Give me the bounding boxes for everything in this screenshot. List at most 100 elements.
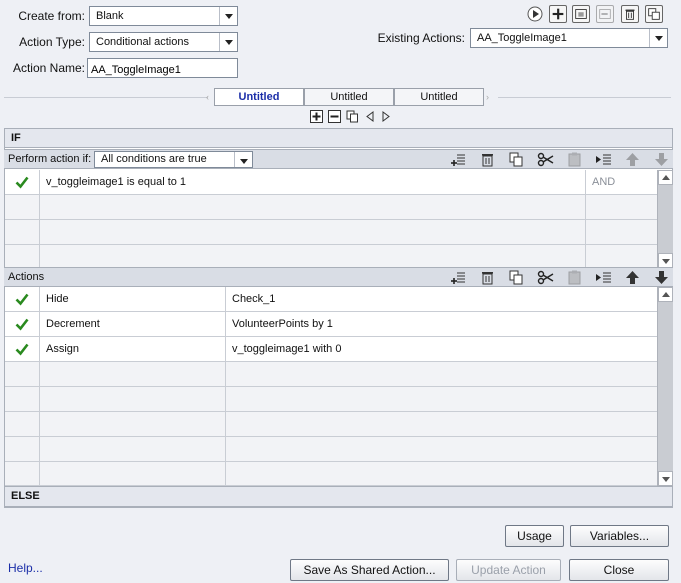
empty-cell	[226, 412, 658, 437]
tab-prev-icon[interactable]	[364, 110, 376, 123]
tab-untitled-2[interactable]: Untitled	[304, 88, 394, 106]
move-up-condition-icon[interactable]	[624, 151, 641, 168]
help-link[interactable]: Help...	[8, 561, 43, 575]
empty-cell	[5, 462, 40, 487]
if-section-header: IF	[4, 128, 673, 148]
play-icon[interactable]	[527, 6, 543, 22]
empty-cell	[40, 462, 226, 487]
action-target[interactable]: v_toggleimage1 with 0	[226, 337, 658, 362]
condition-row-empty[interactable]	[5, 245, 658, 270]
action-type-value: Conditional actions	[96, 36, 189, 48]
scroll-down-icon[interactable]	[658, 253, 673, 268]
close-button[interactable]: Close	[569, 559, 669, 581]
action-name[interactable]: Decrement	[40, 312, 226, 337]
trash-icon[interactable]	[621, 5, 639, 23]
tab-next-icon[interactable]	[380, 110, 392, 123]
create-from-label: Create from:	[18, 9, 85, 23]
export-icon[interactable]	[596, 5, 614, 23]
empty-cell	[40, 412, 226, 437]
action-row[interactable]: Hide Check_1	[5, 287, 658, 312]
save-as-shared-action-button[interactable]: Save As Shared Action...	[290, 559, 449, 581]
chevron-down-icon[interactable]	[649, 29, 667, 47]
actions-scrollbar[interactable]	[657, 287, 673, 486]
condition-operator[interactable]: AND	[586, 170, 658, 195]
condition-row-empty[interactable]	[5, 195, 658, 220]
existing-actions-dropdown[interactable]: AA_ToggleImage1	[470, 28, 668, 48]
tab-untitled-1[interactable]: Untitled	[214, 88, 304, 106]
else-section-header[interactable]: ELSE	[4, 486, 673, 507]
duplicate-icon[interactable]	[645, 5, 663, 23]
condition-row-empty[interactable]	[5, 220, 658, 245]
move-down-action-icon[interactable]	[653, 269, 670, 286]
action-type-dropdown[interactable]: Conditional actions	[89, 32, 238, 52]
create-from-dropdown[interactable]: Blank	[89, 6, 238, 26]
action-name-label: Action Name:	[12, 61, 85, 75]
action-row-empty[interactable]	[5, 412, 658, 437]
copy-action-icon[interactable]	[508, 269, 525, 286]
action-target[interactable]: VolunteerPoints by 1	[226, 312, 658, 337]
empty-cell	[5, 437, 40, 462]
action-check-cell	[5, 312, 40, 337]
chevron-down-icon[interactable]	[219, 33, 237, 51]
add-action-icon[interactable]	[450, 269, 467, 286]
paste-condition-icon[interactable]	[566, 151, 583, 168]
conditions-grid: v_toggleimage1 is equal to 1 AND	[4, 170, 658, 270]
action-row-empty[interactable]	[5, 437, 658, 462]
empty-cell	[226, 362, 658, 387]
actions-grid: Hide Check_1 Decrement VolunteerPoints b…	[4, 287, 658, 487]
action-type-label: Action Type:	[19, 35, 85, 49]
empty-cell	[5, 195, 40, 220]
empty-cell	[40, 195, 586, 220]
action-name[interactable]: Assign	[40, 337, 226, 362]
insert-action-icon[interactable]	[595, 269, 612, 286]
action-row-empty[interactable]	[5, 462, 658, 487]
scroll-down-icon[interactable]	[658, 471, 673, 486]
move-up-action-icon[interactable]	[624, 269, 641, 286]
action-check-cell	[5, 337, 40, 362]
usage-button[interactable]: Usage	[505, 525, 564, 547]
copy-condition-icon[interactable]	[508, 151, 525, 168]
variables-button[interactable]: Variables...	[570, 525, 669, 547]
condition-row[interactable]: v_toggleimage1 is equal to 1 AND	[5, 170, 658, 195]
empty-cell	[226, 387, 658, 412]
empty-cell	[586, 220, 658, 245]
delete-condition-icon[interactable]	[479, 151, 496, 168]
move-down-condition-icon[interactable]	[653, 151, 670, 168]
actions-header: Actions	[8, 271, 45, 283]
chevron-down-icon[interactable]	[219, 7, 237, 25]
action-row[interactable]: Assign v_toggleimage1 with 0	[5, 337, 658, 362]
existing-actions-value: AA_ToggleImage1	[477, 32, 567, 44]
conditions-scrollbar[interactable]	[657, 170, 673, 268]
import-icon[interactable]	[572, 5, 590, 23]
perform-action-dropdown[interactable]: All conditions are true	[94, 151, 253, 168]
add-tab-icon[interactable]	[310, 110, 323, 123]
cut-action-icon[interactable]	[537, 269, 554, 286]
tab-scroll-right-icon[interactable]: ›	[486, 92, 496, 102]
delete-action-icon[interactable]	[479, 269, 496, 286]
paste-action-icon[interactable]	[566, 269, 583, 286]
empty-cell	[40, 362, 226, 387]
add-condition-icon[interactable]	[450, 151, 467, 168]
action-name[interactable]: Hide	[40, 287, 226, 312]
action-row[interactable]: Decrement VolunteerPoints by 1	[5, 312, 658, 337]
tab-untitled-3[interactable]: Untitled	[394, 88, 484, 106]
scroll-up-icon[interactable]	[658, 170, 673, 185]
action-row-empty[interactable]	[5, 387, 658, 412]
perform-action-label: Perform action if:	[8, 153, 92, 165]
condition-text[interactable]: v_toggleimage1 is equal to 1	[40, 170, 586, 195]
scroll-up-icon[interactable]	[658, 287, 673, 302]
action-check-cell	[5, 287, 40, 312]
insert-condition-icon[interactable]	[595, 151, 612, 168]
empty-cell	[40, 437, 226, 462]
update-action-button[interactable]: Update Action	[456, 559, 561, 581]
action-name-input[interactable]	[87, 58, 238, 78]
action-target[interactable]: Check_1	[226, 287, 658, 312]
remove-tab-icon[interactable]	[328, 110, 341, 123]
action-row-empty[interactable]	[5, 362, 658, 387]
chevron-down-icon[interactable]	[234, 152, 252, 167]
cut-condition-icon[interactable]	[537, 151, 554, 168]
empty-cell	[226, 462, 658, 487]
add-icon[interactable]	[549, 5, 567, 23]
copy-tab-icon[interactable]	[346, 110, 359, 123]
divider-left	[4, 97, 208, 98]
